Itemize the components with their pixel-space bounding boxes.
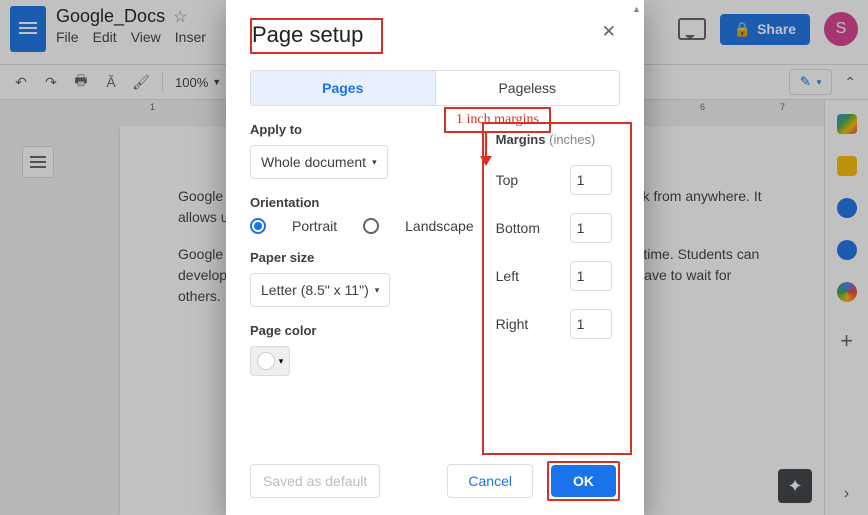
margin-top-input[interactable]	[570, 165, 612, 195]
margin-bottom-label: Bottom	[496, 220, 558, 236]
dialog-tabs: Pages Pageless	[250, 70, 620, 106]
dialog-title: Page setup	[252, 22, 363, 47]
ok-button[interactable]: OK	[551, 465, 616, 497]
margins-section: Margins (inches) Top Bottom Left Right	[482, 122, 632, 455]
paper-size-select[interactable]: Letter (8.5" x 11")▾	[250, 273, 390, 307]
paper-size-label: Paper size	[250, 250, 474, 265]
page-color-select[interactable]: ▾	[250, 346, 290, 376]
orientation-label: Orientation	[250, 195, 474, 210]
page-color-label: Page color	[250, 323, 474, 338]
margin-right-input[interactable]	[570, 309, 612, 339]
margins-title: Margins (inches)	[496, 132, 612, 147]
dialog-footer: Saved as default Cancel OK	[250, 455, 620, 501]
close-button[interactable]: ✕	[598, 18, 620, 46]
margin-right-label: Right	[496, 316, 558, 332]
apply-to-label: Apply to	[250, 122, 474, 137]
apply-to-select[interactable]: Whole document▾	[250, 145, 388, 179]
page-setup-dialog: ▲ Page setup ✕ Pages Pageless 1 inch mar…	[226, 0, 644, 515]
radio-portrait-label: Portrait	[292, 218, 337, 234]
dialog-left-column: Apply to Whole document▾ Orientation Por…	[250, 122, 474, 455]
radio-portrait[interactable]	[250, 218, 266, 234]
color-circle-icon	[257, 352, 275, 370]
margin-left-label: Left	[496, 268, 558, 284]
annotation-title-box: Page setup	[250, 18, 383, 54]
annotation-ok-box: OK	[547, 461, 620, 501]
cancel-button[interactable]: Cancel	[447, 464, 533, 498]
dialog-scrollbar[interactable]: ▲	[630, 2, 642, 513]
radio-landscape-label: Landscape	[405, 218, 474, 234]
radio-landscape[interactable]	[363, 218, 379, 234]
tab-pages[interactable]: Pages	[251, 71, 436, 105]
margin-bottom-input[interactable]	[570, 213, 612, 243]
margin-left-input[interactable]	[570, 261, 612, 291]
margin-top-label: Top	[496, 172, 558, 188]
tab-pageless[interactable]: Pageless	[436, 71, 620, 105]
set-default-button[interactable]: Saved as default	[250, 464, 380, 498]
